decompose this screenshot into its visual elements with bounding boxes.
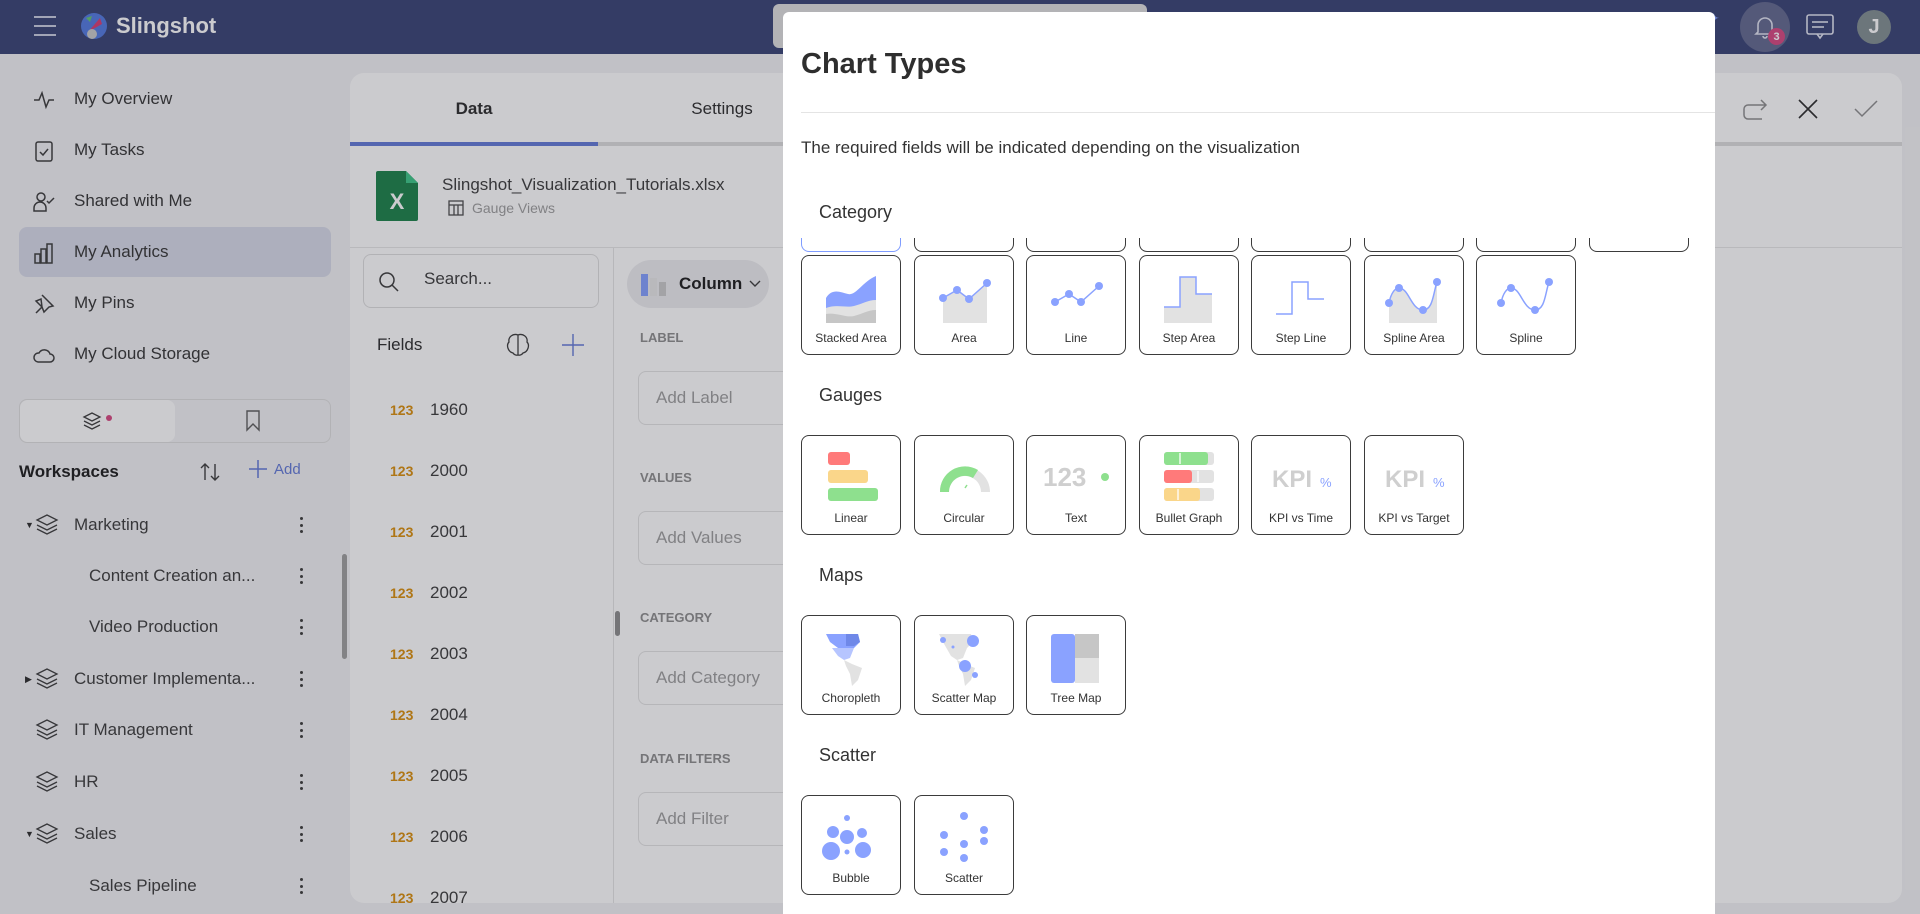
chart-types-dialog: Chart Types The required fields will be … (783, 12, 1715, 914)
group-title-maps: Maps (819, 565, 864, 585)
tile-label: Step Area (1162, 331, 1216, 345)
chart-tile-partial[interactable] (1589, 238, 1689, 252)
kpi-icon: KPI% (1272, 466, 1332, 493)
chart-tile-scatter[interactable]: Scatter (914, 795, 1014, 895)
chart-tile-partial[interactable] (914, 238, 1014, 252)
step-area-chart-icon (1164, 276, 1212, 323)
stacked-area-chart-icon (826, 276, 876, 323)
choropleth-map-icon (826, 634, 862, 686)
bullet-graph-icon (1164, 452, 1214, 501)
scatter-map-icon (939, 634, 979, 686)
tile-label: Choropleth (821, 691, 881, 705)
chart-tile-spline-area[interactable]: Spline Area (1364, 255, 1464, 355)
chart-tile-partial[interactable] (1139, 238, 1239, 252)
area-chart-icon (939, 279, 991, 323)
tile-label: Scatter Map (931, 691, 997, 705)
bubble-chart-icon (822, 815, 871, 860)
chart-tile-partial[interactable] (1364, 238, 1464, 252)
chart-tile-scatter-map[interactable]: Scatter Map (914, 615, 1014, 715)
tile-label: Scatter (944, 871, 983, 885)
chart-tile-stacked-area[interactable]: Stacked Area (801, 255, 901, 355)
kpi-icon: KPI% (1385, 466, 1445, 493)
spline-chart-icon (1497, 278, 1553, 314)
group-title-scatter: Scatter (819, 745, 877, 765)
kpi-text: KPI (1272, 466, 1312, 493)
chart-tile-partial[interactable] (1026, 238, 1126, 252)
spline-area-chart-icon (1385, 278, 1441, 323)
tile-label: Text (1064, 511, 1087, 525)
tile-label: Spline Area (1383, 331, 1445, 345)
tile-label: Step Line (1275, 331, 1327, 345)
chart-tile-text-gauge[interactable]: 123 Text (1026, 435, 1126, 535)
chart-tile-bubble[interactable]: Bubble (801, 795, 901, 895)
chart-tile-tree-map[interactable]: Tree Map (1026, 615, 1126, 715)
chart-tile-bullet-graph[interactable]: Bullet Graph (1139, 435, 1239, 535)
text-gauge-digits: 123 (1043, 462, 1086, 492)
tile-label: Circular (943, 511, 985, 525)
chart-tile-step-area[interactable]: Step Area (1139, 255, 1239, 355)
tile-label: Spline (1509, 331, 1543, 345)
chart-tile-kpi-vs-target[interactable]: KPI% KPI vs Target (1364, 435, 1464, 535)
line-chart-icon (1051, 282, 1103, 306)
tile-label: Linear (834, 511, 868, 525)
step-line-chart-icon (1276, 281, 1324, 315)
chart-tile-partial[interactable] (801, 238, 901, 252)
tile-label: Tree Map (1050, 691, 1102, 705)
tile-label: Area (951, 331, 977, 345)
chart-tile-area[interactable]: Area (914, 255, 1014, 355)
linear-gauge-icon (828, 452, 878, 501)
chart-tile-partial[interactable] (1476, 238, 1576, 252)
chart-tile-choropleth[interactable]: Choropleth (801, 615, 901, 715)
percent-text: % (1320, 475, 1332, 490)
circular-gauge-icon (939, 466, 990, 492)
tile-label: KPI vs Target (1378, 511, 1450, 525)
tile-label: Stacked Area (815, 331, 887, 345)
tile-label: Bubble (832, 871, 870, 885)
text-gauge-icon: 123 (1043, 462, 1109, 492)
chart-tile-step-line[interactable]: Step Line (1251, 255, 1351, 355)
divider (801, 112, 1715, 113)
tile-label: Bullet Graph (1155, 511, 1223, 525)
chart-tile-kpi-vs-time[interactable]: KPI% KPI vs Time (1251, 435, 1351, 535)
group-title-gauges: Gauges (819, 385, 883, 405)
tree-map-icon (1051, 634, 1099, 683)
chart-tile-linear-gauge[interactable]: Linear (801, 435, 901, 535)
chart-tile-circular-gauge[interactable]: Circular (914, 435, 1014, 535)
chart-tile-spline[interactable]: Spline (1476, 255, 1576, 355)
chart-tile-line[interactable]: Line (1026, 255, 1126, 355)
dialog-description: The required fields will be indicated de… (801, 138, 1300, 157)
chart-tile-partial[interactable] (1251, 238, 1351, 252)
group-title-category: Category (819, 202, 893, 222)
dialog-title: Chart Types (801, 48, 967, 80)
kpi-text: KPI (1385, 466, 1425, 493)
tile-label: Line (1064, 331, 1088, 345)
tile-label: KPI vs Time (1268, 511, 1333, 525)
percent-text: % (1433, 475, 1445, 490)
scatter-chart-icon (940, 812, 988, 862)
